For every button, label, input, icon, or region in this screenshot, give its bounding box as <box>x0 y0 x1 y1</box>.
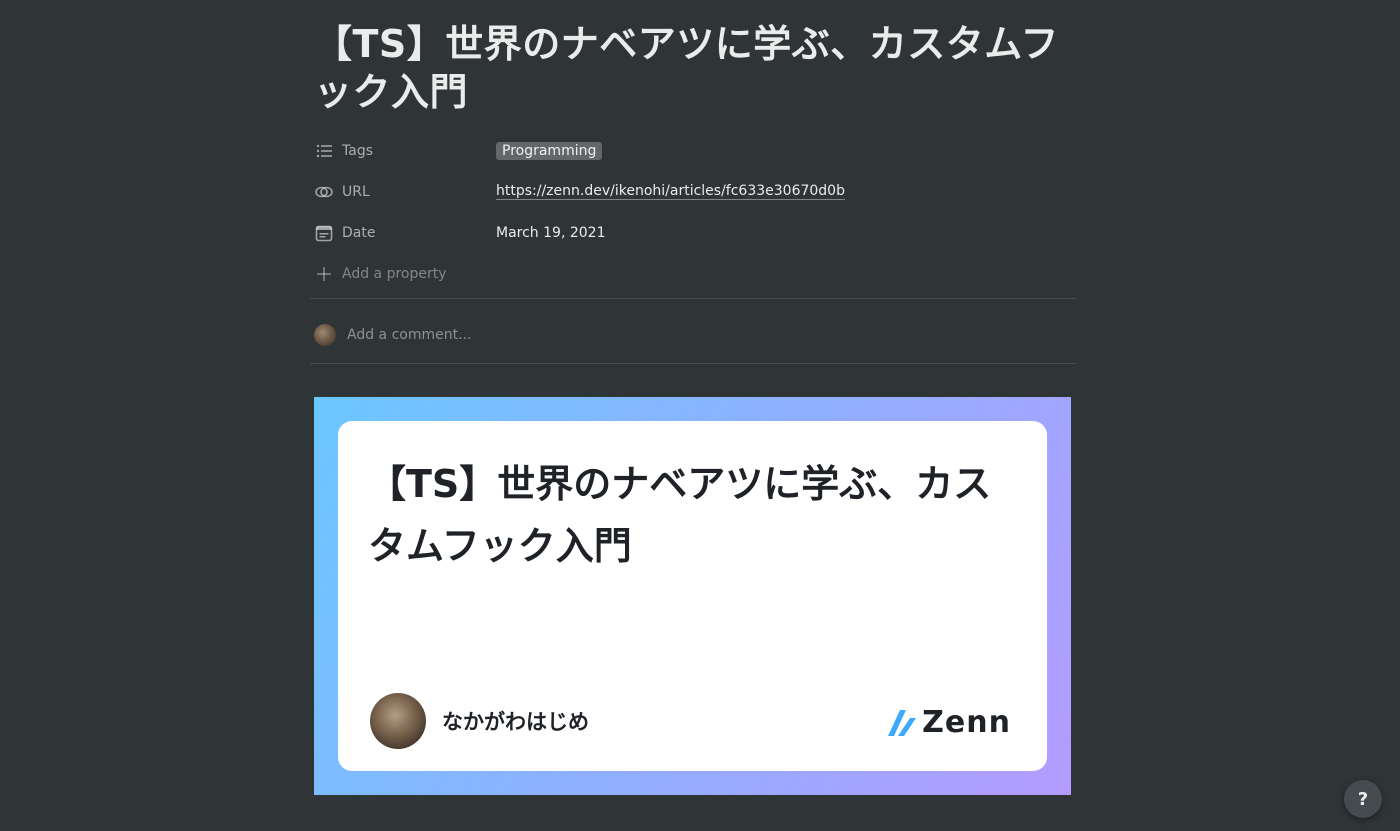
calendar-icon <box>314 223 334 243</box>
url-link[interactable]: https://zenn.dev/ikenohi/articles/fc633e… <box>496 183 845 200</box>
property-name-url[interactable]: URL <box>314 182 496 202</box>
page-title[interactable]: 【TS】世界のナベアツに学ぶ、カスタムフック入門 <box>314 20 1076 116</box>
zenn-logo: Zenn <box>888 705 1011 740</box>
properties-list: Tags Programming URL https://zenn.dev/ik… <box>314 130 1076 294</box>
property-name-tags[interactable]: Tags <box>314 141 496 161</box>
og-card: 【TS】世界のナベアツに学ぶ、カスタムフック入門 なかがわはじめ Zenn <box>338 421 1047 771</box>
list-icon <box>314 141 334 161</box>
brand-name: Zenn <box>922 705 1011 740</box>
property-label: Tags <box>342 142 373 159</box>
author-name: なかがわはじめ <box>442 710 589 734</box>
add-property[interactable]: Add a property <box>314 264 496 284</box>
property-value-url[interactable]: https://zenn.dev/ikenohi/articles/fc633e… <box>496 183 845 200</box>
add-property-label: Add a property <box>342 265 447 282</box>
zenn-mark-icon <box>888 709 917 736</box>
property-value-date[interactable]: March 19, 2021 <box>496 225 605 241</box>
author-avatar <box>370 693 426 749</box>
og-author: なかがわはじめ <box>370 693 589 749</box>
comment-row[interactable]: Add a comment... <box>314 320 471 350</box>
property-label: Date <box>342 224 376 241</box>
plus-icon <box>314 264 334 284</box>
property-date[interactable]: Date March 19, 2021 <box>314 212 1076 253</box>
property-value-tags[interactable]: Programming <box>496 141 603 160</box>
og-title: 【TS】世界のナベアツに学ぶ、カスタムフック入門 <box>368 462 992 568</box>
property-label: URL <box>342 183 370 200</box>
help-button[interactable]: ? <box>1344 780 1382 818</box>
divider <box>310 363 1076 364</box>
avatar <box>314 324 336 346</box>
og-preview-image[interactable]: 【TS】世界のナベアツに学ぶ、カスタムフック入門 なかがわはじめ Zenn <box>314 397 1071 795</box>
property-tags[interactable]: Tags Programming <box>314 130 1076 171</box>
link-icon <box>314 182 334 202</box>
property-name-date[interactable]: Date <box>314 223 496 243</box>
tag-badge[interactable]: Programming <box>496 141 603 160</box>
add-property-button[interactable]: Add a property <box>314 253 1076 294</box>
divider <box>310 298 1076 299</box>
property-url[interactable]: URL https://zenn.dev/ikenohi/articles/fc… <box>314 171 1076 212</box>
comment-input[interactable]: Add a comment... <box>347 327 471 343</box>
